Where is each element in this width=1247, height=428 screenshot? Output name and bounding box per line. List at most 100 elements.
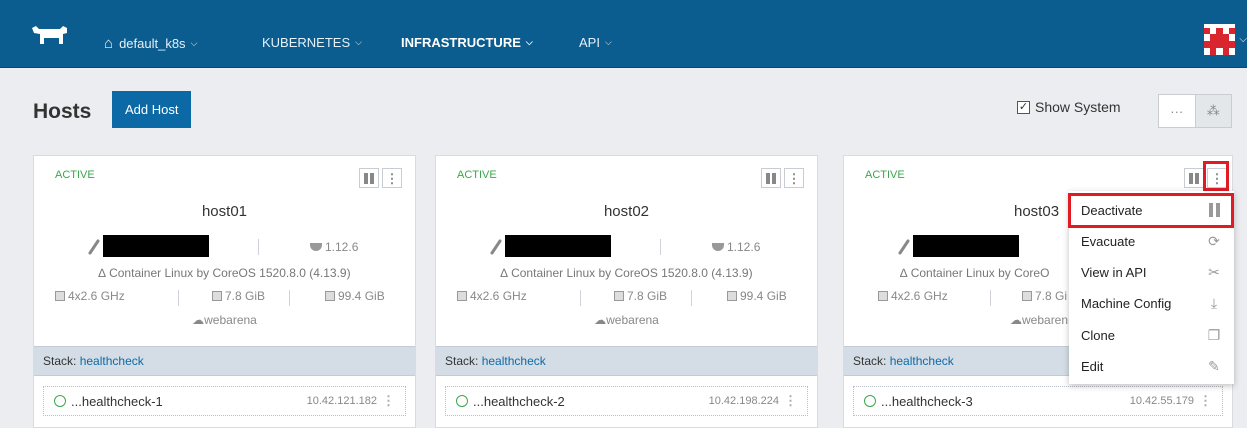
user-avatar[interactable] [1204,24,1235,55]
evacuate-icon: ⟳ [1208,232,1220,249]
chevron-down-icon: ⌵ [355,37,362,47]
menu-item-clone[interactable]: Clone ❐ [1069,320,1234,350]
clone-icon: ❐ [1207,326,1221,343]
os-name: Container Linux by CoreOS 1520.8.0 (4.13… [109,266,351,280]
group-view-button[interactable]: ⁂ [1194,95,1231,127]
nav-infrastructure[interactable]: INFRASTRUCTURE ⌵ [401,35,533,50]
host-state: ACTIVE [55,169,95,181]
menu-item-label: View in API [1081,264,1147,280]
home-icon: ⌂ [104,35,114,52]
view-mode-toggle: ··· ⁂ [1158,94,1232,128]
divider [691,290,692,306]
os-name: Container Linux by CoreO [910,266,1050,280]
avatar-chevron-down-icon[interactable]: ⌵ [1239,34,1247,45]
host-state: ACTIVE [457,169,497,181]
container-actions-icon[interactable]: ⋮ [784,393,797,409]
environment-name: default_k8s [119,36,186,51]
divider [580,290,581,306]
menu-item-evacuate[interactable]: Evacuate ⟳ [1069,226,1234,256]
memory-value: 7.8 GiB [627,289,668,303]
cloud-icon: ☁ [594,313,607,327]
rancher-logo[interactable] [30,24,70,46]
container-name[interactable]: ...healthcheck-2 [473,394,565,409]
os-info: ∆ Container Linux by CoreOS 1520.8.0 (4.… [500,266,753,280]
divider [990,290,991,306]
host-name[interactable]: host02 [436,203,817,220]
os-info: ∆ Container Linux by CoreO [900,266,1050,280]
cluster-icon: ⁂ [1206,103,1220,118]
nav-kubernetes-label: KUBERNETES [262,35,351,50]
nav-api-label: API [579,35,600,50]
stack-label: Stack: [445,354,479,368]
memory-value: 7.8 Gi [1035,289,1068,303]
cloud-icon: ☁ [1010,313,1022,327]
top-nav-bar: ⌂ default_k8s ⌵ KUBERNETES ⌵ INFRASTRUCT… [0,0,1247,68]
host-actions-button[interactable]: ⋮ [784,168,804,188]
provider-name: webarena [606,313,659,327]
pause-button[interactable] [359,168,379,188]
cloud-icon: ☁ [192,313,205,327]
container-row[interactable]: ...healthcheck-1 10.42.121.182 ⋮ [43,386,406,416]
container-actions-icon[interactable]: ⋮ [382,393,395,409]
nav-kubernetes[interactable]: KUBERNETES ⌵ [262,35,362,50]
nav-api[interactable]: API ⌵ [579,35,612,50]
menu-item-edit[interactable]: Edit ✎ [1069,351,1234,381]
show-system-checkbox[interactable]: ✓ [1017,100,1030,114]
redacted-ip [913,235,1019,257]
pause-icon [364,172,374,184]
environment-switcher[interactable]: ⌂ default_k8s ⌵ [104,35,197,52]
add-host-button[interactable]: Add Host [112,91,192,128]
divider [178,290,179,306]
container-name[interactable]: ...healthcheck-3 [881,394,973,409]
download-icon: ⤓ [1210,294,1218,311]
deactivate-highlight [1068,193,1234,228]
host-card: ACTIVE ⋮ host01 1.12.6 ∆ Container Linux… [33,155,416,428]
cpu-value: 4x2.6 GHz [891,289,948,303]
container-name[interactable]: ...healthcheck-1 [71,394,163,409]
stack-header: Stack: healthcheck [436,346,817,376]
list-view-button[interactable]: ··· [1159,95,1195,127]
storage-value: 99.4 GiB [338,289,385,303]
memory-icon [614,291,624,301]
link-icon [898,239,910,255]
menu-item-label: Edit [1081,358,1104,374]
chevron-down-icon: ⌵ [190,38,198,48]
pause-button[interactable] [761,168,781,188]
docker-icon [712,243,724,251]
host-name[interactable]: host03 [1014,203,1059,220]
memory-icon [212,291,222,301]
menu-item-label: Evacuate [1081,233,1136,249]
stack-link[interactable]: healthcheck [890,354,954,368]
kebab-icon: ⋮ [787,170,801,186]
kebab-highlight [1203,161,1229,191]
cpu-icon [878,291,888,301]
stack-label: Stack: [853,354,887,368]
menu-item-view-in-api[interactable]: View in API ✂ [1069,257,1234,287]
divider [258,239,259,255]
container-status-icon [456,395,468,407]
stack-header: Stack: healthcheck [34,346,415,376]
page-title: Hosts [33,100,92,123]
show-system-toggle[interactable]: ✓ Show System [1017,99,1121,115]
api-icon: ✂ [1208,263,1220,280]
cpu-value: 4x2.6 GHz [470,289,527,303]
container-actions-icon[interactable]: ⋮ [1199,393,1212,409]
container-row[interactable]: ...healthcheck-2 10.42.198.224 ⋮ [445,386,808,416]
cpu-icon [55,291,65,301]
pause-icon [1189,172,1199,184]
container-status-icon [54,395,66,407]
link-icon [490,239,502,255]
stack-link[interactable]: healthcheck [482,354,546,368]
host-actions-button[interactable]: ⋮ [382,168,402,188]
cpu-value: 4x2.6 GHz [68,289,125,303]
pause-button[interactable] [1184,168,1204,188]
host-state: ACTIVE [865,169,905,181]
menu-item-machine-config[interactable]: Machine Config ⤓ [1069,288,1234,318]
stack-link[interactable]: healthcheck [80,354,144,368]
pause-icon [766,172,776,184]
storage-icon [325,291,335,301]
show-system-label: Show System [1035,99,1121,115]
os-info: ∆ Container Linux by CoreOS 1520.8.0 (4.… [98,266,351,280]
container-row[interactable]: ...healthcheck-3 10.42.55.179 ⋮ [853,386,1223,416]
host-name[interactable]: host01 [34,203,415,220]
